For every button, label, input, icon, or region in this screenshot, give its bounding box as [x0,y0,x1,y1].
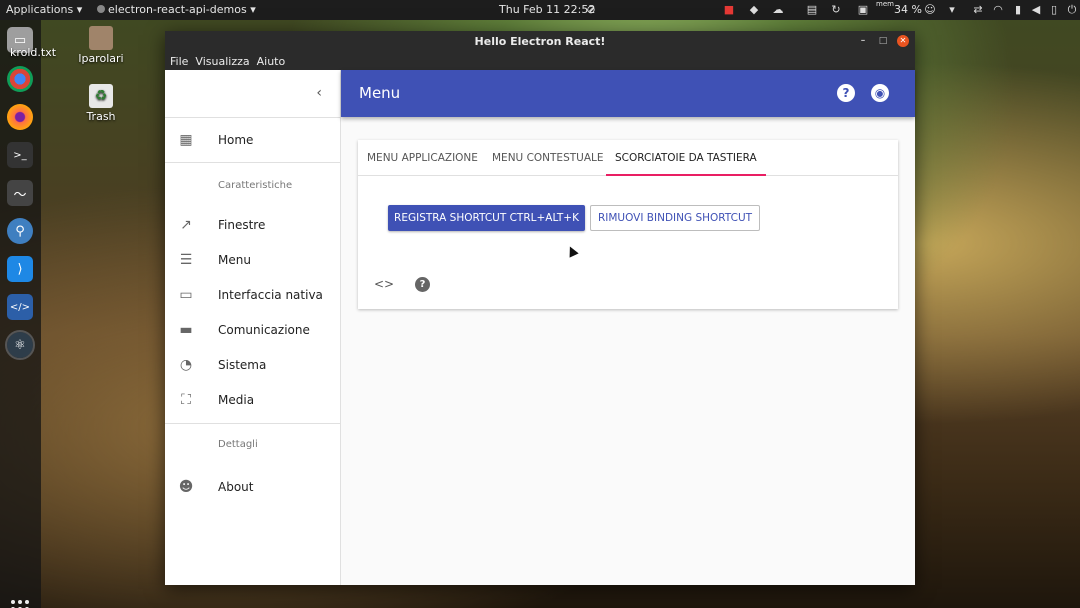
close-icon[interactable]: ✕ [897,35,909,47]
page-title: Menu [359,84,401,102]
window-title: Hello Electron React! [474,35,606,48]
menu-visualizza[interactable]: Visualizza [195,55,249,68]
app-bar: Menu ? ◉ [341,70,915,117]
tab-menu-contestuale[interactable]: MENU CONTESTUALE [492,140,604,176]
desktop-icon-label: Trash [86,110,116,123]
sidebar-section-dettagli: Dettagli [165,424,340,468]
app-window: Hello Electron React! – □ ✕ File Visuali… [165,31,915,585]
notifications-off-icon[interactable]: ⊘ [585,4,597,16]
menu-bar: File Visualizza Aiuto [165,52,915,70]
volume-icon[interactable]: ◀ [1030,4,1042,16]
app-dot-icon [97,5,105,13]
sidebar-item-about[interactable]: ☻ About [165,469,340,504]
desktop-trash[interactable]: ♻ Trash [66,84,136,123]
system-top-bar: Applications ▾ electron-react-api-demos … [0,0,1080,20]
section-label: Caratteristiche [218,180,293,191]
sidebar-item-label: Finestre [218,217,266,232]
people-icon: ☻ [178,478,194,495]
airplay-icon: ▭ [179,286,193,303]
code-icon[interactable]: <> [374,277,394,291]
sidebar-item-label: Comunicazione [218,322,310,337]
dashboard-icon: ▦ [179,131,193,148]
help-icon[interactable]: ? [837,84,855,102]
sidebar-item-comunicazione[interactable]: ▬ Comunicazione [165,312,340,347]
lock-icon[interactable]: ▤ [806,4,818,16]
chat-icon: ▬ [179,321,193,338]
desktop-icon-label: krold.txt [9,46,57,59]
clock[interactable]: Thu Feb 11 22:52 [499,3,595,16]
maximize-icon[interactable]: □ [877,35,889,47]
photo-size-select-icon: ⛶ [181,391,191,408]
help-icon[interactable]: ? [415,277,430,292]
list-icon: ☰ [179,251,193,268]
sidebar-item-label: Sistema [218,357,267,372]
minimize-icon[interactable]: – [857,35,869,47]
mem-label: mem [876,0,894,8]
sidebar-item-label: About [218,479,254,494]
tab-menu-applicazione[interactable]: MENU APPLICAZIONE [367,140,478,176]
sidebar-item-interfaccia-nativa[interactable]: ▭ Interfaccia nativa [165,277,340,312]
app-content: ‹ ▦ Home Caratteristiche ↗ Finestre ☰ Me… [165,70,915,585]
accessibility-icon[interactable]: ☺ [924,4,936,16]
speedometer-icon: ◔ [179,356,193,373]
active-app-menu[interactable]: electron-react-api-demos ▾ [97,3,256,16]
show-apps-icon[interactable] [11,600,29,608]
sidebar-section-caratteristiche: Caratteristiche [165,163,340,207]
sidebar-item-label: Home [218,132,254,147]
menu-file[interactable]: File [170,55,188,68]
github-icon[interactable]: ◉ [871,84,889,102]
vscode-icon[interactable]: ⟩ [7,256,33,282]
terminal-icon[interactable]: >_ [7,142,33,168]
active-app-label: electron-react-api-demos ▾ [108,3,256,16]
tabs-card: MENU APPLICAZIONE MENU CONTESTUALE SCORC… [358,140,898,309]
sidebar-item-label: Media [218,392,255,407]
mem-percent: 34 % [894,3,922,16]
monitor-icon[interactable]: ▣ [857,4,869,16]
register-shortcut-button[interactable]: REGISTRA SHORTCUT CTRL+ALT+K [388,205,585,231]
sidebar: ‹ ▦ Home Caratteristiche ↗ Finestre ☰ Me… [165,70,341,585]
desktop-icon-label: lparolari [78,52,124,65]
home-folder-icon [89,26,113,50]
chevron-down-icon[interactable]: ▾ [946,4,958,16]
power-icon[interactable]: ⏻ [1066,4,1078,16]
sidebar-header: ‹ [165,70,340,117]
shield-icon[interactable]: ◆ [748,4,760,16]
system-monitor-icon[interactable]: 〜 [7,180,33,206]
dock: ▭ >_ 〜 ⚲ ⟩ </> ⚛ [0,20,41,608]
history-icon[interactable]: ↻ [830,4,842,16]
desktop-folder-lparolari[interactable]: lparolari [66,26,136,65]
tab-scorciatoie-da-tastiera[interactable]: SCORCIATOIE DA TASTIERA [606,140,766,176]
sidebar-item-finestre[interactable]: ↗ Finestre [165,207,340,242]
firefox-icon[interactable] [7,104,33,130]
camera-icon[interactable]: ■ [723,4,735,16]
section-label: Dettagli [218,439,258,450]
trash-icon: ♻ [89,84,113,108]
main-area: Menu ? ◉ MENU APPLICAZIONE MENU CONTESTU… [341,70,915,585]
chrome-icon[interactable] [7,66,33,92]
electron-app-icon[interactable]: ⚛ [5,330,35,360]
applications-menu[interactable]: Applications ▾ [6,3,82,16]
search-tool-icon[interactable]: ⚲ [7,218,33,244]
menu-aiuto[interactable]: Aiuto [257,55,286,68]
code-editor-icon[interactable]: </> [7,294,33,320]
open-in-new-icon: ↗ [180,216,192,233]
desktop-file-krold[interactable]: krold.txt [0,46,68,59]
chevron-left-icon[interactable]: ‹ [316,85,322,101]
microphone-icon[interactable]: ▮ [1012,4,1024,16]
sidebar-item-menu[interactable]: ☰ Menu [165,242,340,277]
window-titlebar[interactable]: Hello Electron React! – □ ✕ [165,31,915,52]
sidebar-item-media[interactable]: ⛶ Media [165,382,340,417]
sidebar-item-label: Interfaccia nativa [218,287,323,302]
tab-bar: MENU APPLICAZIONE MENU CONTESTUALE SCORC… [358,140,898,176]
network-icon[interactable]: ⇄ [972,4,984,16]
sidebar-item-home[interactable]: ▦ Home [165,122,340,157]
wifi-icon[interactable]: ◠ [992,4,1004,16]
sidebar-item-label: Menu [218,252,251,267]
cloud-icon[interactable]: ☁ [772,4,784,16]
battery-icon[interactable]: ▯ [1048,4,1060,16]
sidebar-item-sistema[interactable]: ◔ Sistema [165,347,340,382]
divider [165,117,340,118]
remove-binding-button[interactable]: RIMUOVI BINDING SHORTCUT [590,205,760,231]
